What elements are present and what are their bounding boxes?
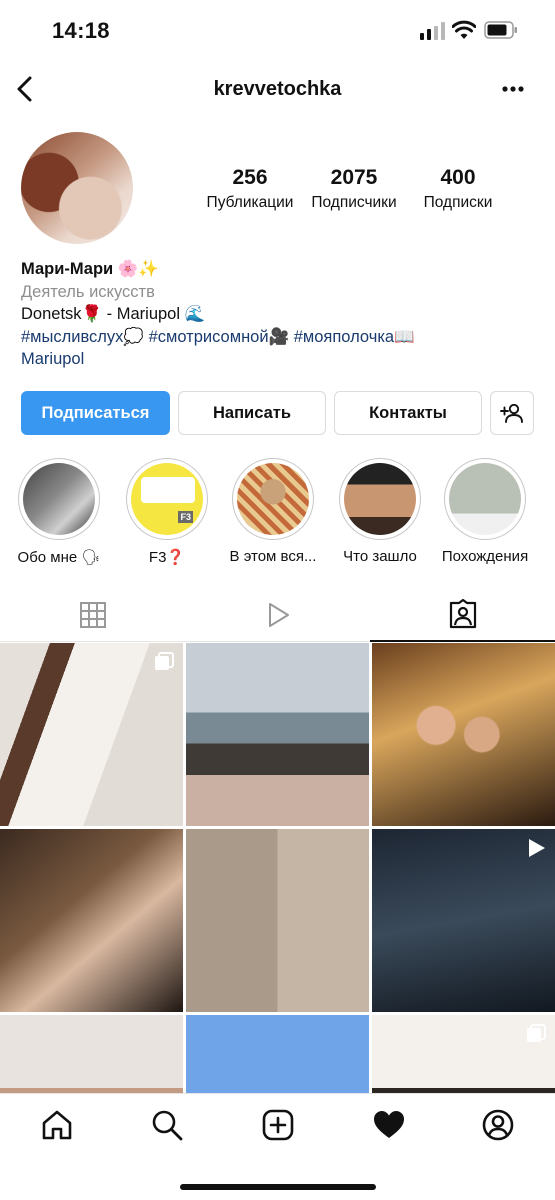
highlight-label: Похождения <box>441 548 529 565</box>
avatar[interactable] <box>21 132 133 244</box>
highlight-item[interactable]: F3 F3❓ <box>122 458 212 566</box>
highlight-item[interactable]: Обо мне 🗣 <box>14 458 104 566</box>
status-bar: 14:18 <box>0 0 555 62</box>
highlight-card <box>141 477 195 503</box>
tab-posts-grid[interactable] <box>0 588 185 642</box>
grid-photo[interactable] <box>372 1015 555 1093</box>
posts-count: 256 <box>232 166 268 189</box>
tagged-person-icon <box>449 599 476 629</box>
follow-button[interactable]: Подписаться <box>21 391 170 435</box>
status-time: 14:18 <box>52 18 110 43</box>
grid-photo[interactable] <box>186 829 369 1012</box>
profile-category: Деятель искусств <box>21 282 155 301</box>
highlight-ring <box>444 458 526 540</box>
stat-following[interactable]: 400 Подписки <box>410 166 506 212</box>
highlight-item[interactable]: Похождения <box>440 458 530 565</box>
highlight-ring <box>18 458 100 540</box>
multiple-photos-icon <box>527 1024 546 1042</box>
profile-tabs <box>0 588 555 642</box>
bio: Мари-Мари 🌸✨ Деятель искусств Donetsk🌹 -… <box>21 258 541 371</box>
highlight-ring <box>232 458 314 540</box>
highlight-ring: F3 <box>126 458 208 540</box>
stat-followers[interactable]: 2075 Подписчики <box>304 166 404 212</box>
photo-grid <box>0 643 555 1093</box>
heart-icon[interactable] <box>372 1108 406 1142</box>
username-title: krevvetochka <box>213 78 342 100</box>
grid-icon <box>79 602 106 628</box>
highlight-cover <box>344 463 416 535</box>
grid-photo[interactable] <box>0 643 183 826</box>
grid-photo[interactable] <box>186 1015 369 1093</box>
hashtag-link[interactable]: #мысливслух💭 <box>21 328 144 346</box>
highlight-cover <box>23 463 95 535</box>
hashtag-link[interactable]: #мояполочка📖 <box>294 328 415 346</box>
highlight-label: В этом вся... <box>229 548 317 565</box>
home-indicator <box>180 1184 376 1190</box>
grid-photo[interactable] <box>0 1015 183 1093</box>
profile-icon[interactable] <box>481 1108 515 1142</box>
highlight-label: Обо мне 🗣 <box>17 549 101 566</box>
profile-header: krevvetochka <box>0 62 555 118</box>
grid-photo[interactable] <box>372 643 555 826</box>
home-icon[interactable] <box>40 1108 74 1142</box>
suggest-users-button[interactable] <box>490 391 534 435</box>
new-post-icon[interactable] <box>261 1108 295 1142</box>
video-play-icon <box>529 839 545 857</box>
search-icon[interactable] <box>150 1108 184 1142</box>
hashtag-link[interactable]: #смотрисомной🎥 <box>149 328 290 346</box>
followers-label: Подписчики <box>311 194 397 211</box>
multiple-photos-icon <box>155 652 174 670</box>
highlight-cover <box>449 463 521 535</box>
highlight-label: Что зашло <box>343 548 417 565</box>
highlight-label: F3❓ <box>148 549 186 566</box>
message-button[interactable]: Написать <box>178 391 326 435</box>
highlight-cover <box>237 463 309 535</box>
contacts-button[interactable]: Контакты <box>334 391 482 435</box>
grid-photo[interactable] <box>0 829 183 1012</box>
highlight-item[interactable]: В этом вся... <box>228 458 318 565</box>
stat-posts[interactable]: 256 Публикации <box>200 166 300 212</box>
battery-icon <box>484 21 517 39</box>
display-name: Мари-Мари 🌸✨ <box>21 260 159 278</box>
highlight-cover: F3 <box>131 463 203 535</box>
wifi-icon <box>452 20 476 39</box>
highlight-f3-mark: F3 <box>178 511 193 523</box>
posts-label: Публикации <box>206 194 294 211</box>
grid-photo[interactable] <box>186 643 369 826</box>
bottom-navigation <box>0 1093 555 1200</box>
location-link[interactable]: Mariupol <box>21 348 541 371</box>
add-user-icon <box>500 403 523 423</box>
tab-tagged[interactable] <box>370 588 555 642</box>
followers-count: 2075 <box>330 166 378 189</box>
highlight-ring <box>339 458 421 540</box>
play-icon <box>268 603 289 627</box>
more-options-icon[interactable] <box>498 76 528 102</box>
signal-icon <box>420 22 445 40</box>
bio-location-line: Donetsk🌹 - Mariupol 🌊 <box>21 305 206 323</box>
highlight-item[interactable]: Что зашло <box>335 458 425 565</box>
following-count: 400 <box>440 166 476 189</box>
tab-reels[interactable] <box>185 588 370 642</box>
following-label: Подписки <box>423 194 493 211</box>
grid-video[interactable] <box>372 829 555 1012</box>
